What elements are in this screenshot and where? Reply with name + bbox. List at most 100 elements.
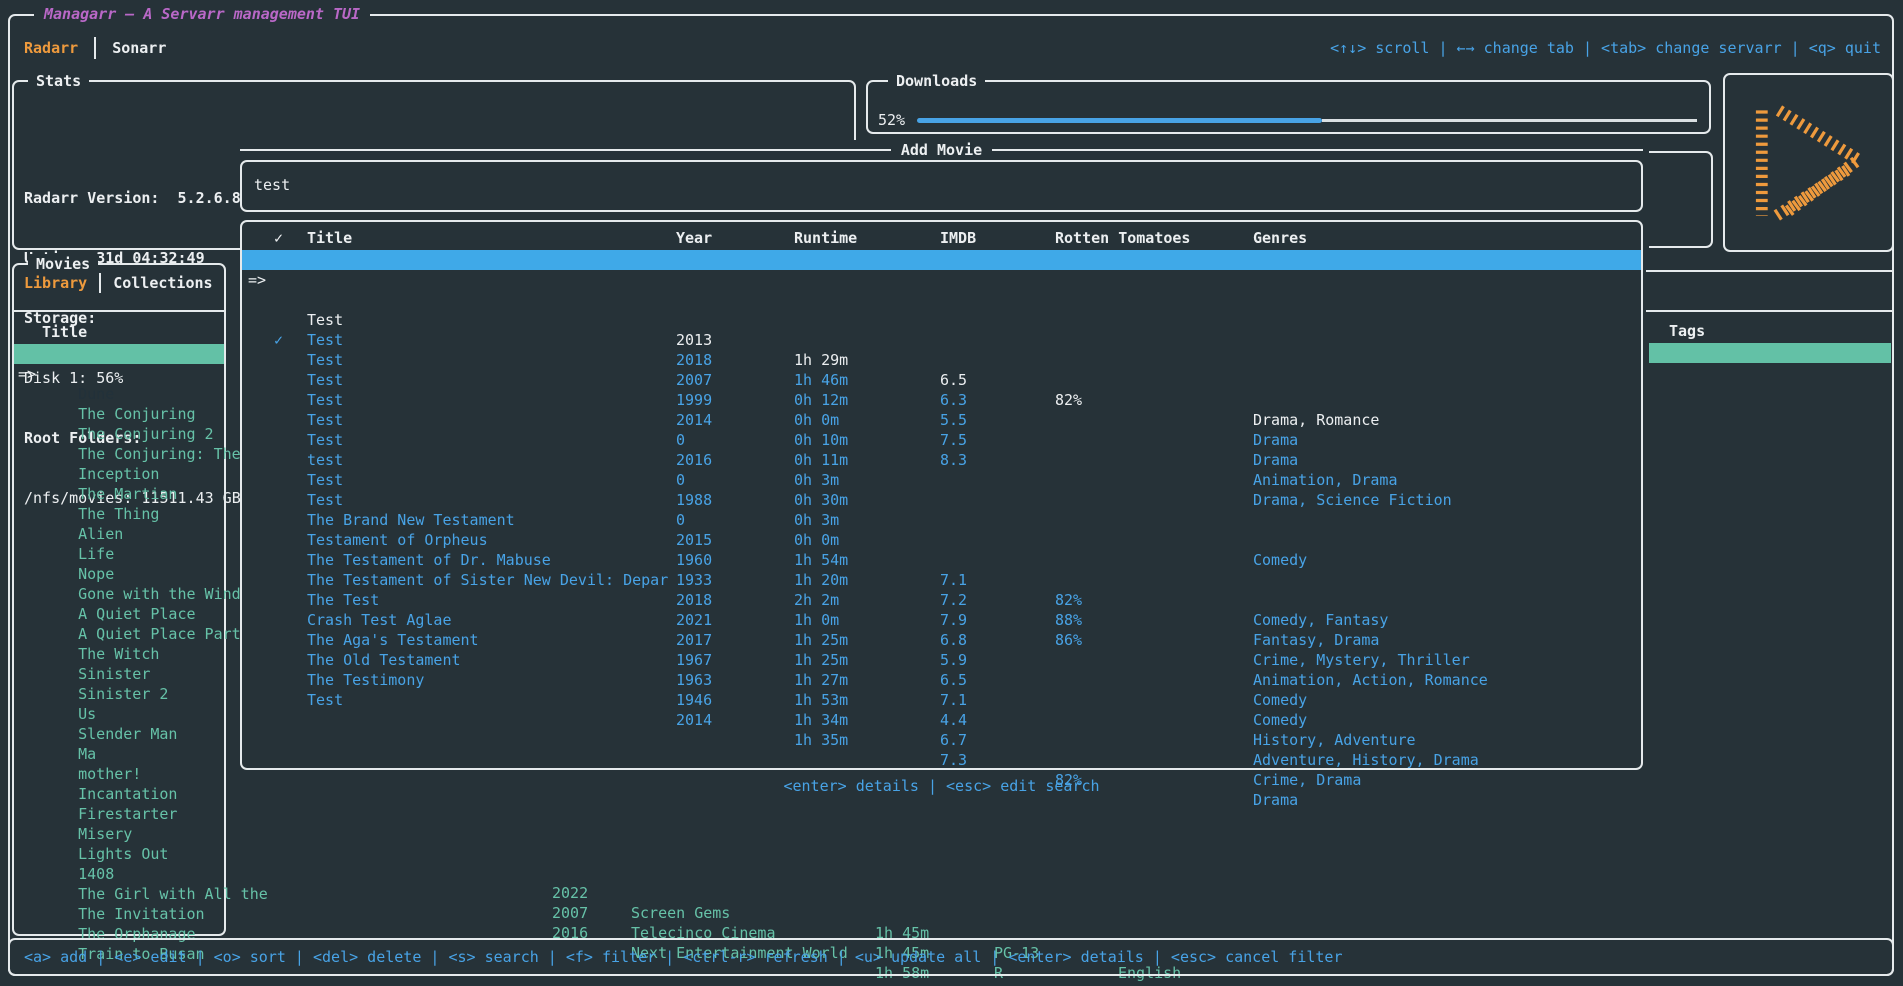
tab-library[interactable]: Library bbox=[24, 273, 87, 293]
library-table-row[interactable]: 2022 Screen Gems 1h 45m PG-13 English 1.… bbox=[0, 863, 1903, 883]
movie-list-item[interactable]: Gone with the Wind bbox=[14, 544, 224, 564]
result-title: The Old Testament bbox=[307, 650, 673, 670]
movie-list-item[interactable]: => Dune bbox=[14, 344, 224, 364]
top-keybind-hints: <↑↓> scroll | ←→ change tab | <tab> chan… bbox=[1330, 38, 1881, 58]
movie-list-item[interactable]: The Conjuring bbox=[14, 364, 224, 384]
movie-list-item[interactable]: The Conjuring 2 bbox=[14, 384, 224, 404]
search-result-row[interactable]: The Test 2021 1h 25m 5.9 Comedy bbox=[242, 530, 1641, 550]
search-result-row[interactable]: Testament of Orpheus 1960 1h 20m 7.2 88%… bbox=[242, 470, 1641, 490]
download-progress-gauge bbox=[917, 118, 1697, 123]
movie-list-item[interactable]: Firestarter bbox=[14, 764, 224, 784]
managarr-tui-screen: Managarr – A Servarr management TUI Rada… bbox=[0, 0, 1903, 986]
movie-list-item[interactable]: Sinister bbox=[14, 624, 224, 644]
app-title: Managarr – A Servarr management TUI bbox=[34, 4, 370, 24]
search-result-row[interactable]: Test 1999 0h 0m 7.5 Animation, Drama bbox=[242, 310, 1641, 330]
result-imdb-rating: 7.1 bbox=[940, 690, 967, 710]
movie-list-item[interactable]: The Girl with All the bbox=[14, 844, 224, 864]
download-progress-row: 52% bbox=[878, 110, 1697, 130]
movie-list-item[interactable]: Alien bbox=[14, 484, 224, 504]
search-result-row[interactable]: ✓ Test 2007 0h 12m 5.5 Drama bbox=[242, 290, 1641, 310]
result-genres: Adventure, History, Drama bbox=[1253, 750, 1479, 770]
downloads-panel: Downloads Earth 1998 1080p WEBRip x265 H… bbox=[866, 80, 1711, 134]
movie-list-item[interactable]: Nope bbox=[14, 524, 224, 544]
result-imdb-rating: 6.7 bbox=[940, 730, 967, 750]
managarr-logo-icon bbox=[1743, 104, 1875, 222]
search-result-row[interactable]: The Brand New Testament 2015 1h 54m 7.1 … bbox=[242, 450, 1641, 470]
movie-list-item[interactable]: Sinister 2 bbox=[14, 644, 224, 664]
search-result-row[interactable]: Test 2018 1h 46m 6.3 Drama bbox=[242, 270, 1641, 290]
result-year: 1963 bbox=[676, 670, 712, 690]
bottom-keybind-bar: <a> add | <e> edit | <o> sort | <del> de… bbox=[8, 938, 1894, 976]
search-results-table: ✓TitleYearRuntimeIMDBRotten TomatoesGenr… bbox=[240, 220, 1643, 770]
servarr-tabs: Radarr Sonarr bbox=[24, 36, 166, 60]
movies-panel: Movies Library Collections Title => Dune… bbox=[12, 263, 226, 936]
search-result-row[interactable]: The Old Testament 1963 1h 53m 4.4 Advent… bbox=[242, 590, 1641, 610]
search-result-row[interactable]: Test 0 0h 11m bbox=[242, 350, 1641, 370]
movie-list: => Dune The Conjuring The Conjuring 2 Th… bbox=[14, 344, 224, 924]
search-result-row[interactable]: => Test 2013 1h 29m 6.5 82% Drama, Roman… bbox=[242, 250, 1641, 270]
movies-panel-title: Movies bbox=[28, 254, 98, 274]
tab-radarr[interactable]: Radarr bbox=[24, 38, 78, 58]
results-column-header: Year bbox=[676, 228, 712, 248]
result-year: 2014 bbox=[676, 710, 712, 730]
movie-list-item[interactable]: The Conjuring: The De bbox=[14, 404, 224, 424]
library-table-row[interactable]: 2016 Next Entertainment World 1h 58m NR … bbox=[0, 903, 1903, 923]
library-selected-row-fragment bbox=[1649, 343, 1891, 363]
search-result-row[interactable]: The Testament of Sister New Devil: Depar… bbox=[242, 510, 1641, 530]
movie-search-input[interactable]: test bbox=[240, 160, 1643, 212]
results-column-header: Title bbox=[307, 228, 673, 248]
search-result-row[interactable]: The Testimony 1946 1h 34m 6.7 Crime, Dra… bbox=[242, 610, 1641, 630]
downloads-panel-title: Downloads bbox=[888, 71, 985, 91]
download-percent: 52% bbox=[878, 110, 905, 130]
results-column-header: Genres bbox=[1253, 228, 1307, 248]
movie-list-item[interactable]: The Thing bbox=[14, 464, 224, 484]
add-movie-popup-title-row: Add Movie bbox=[240, 140, 1643, 160]
library-table-top-border-fragment bbox=[1646, 270, 1892, 272]
search-result-row[interactable]: Test 0 0h 0m bbox=[242, 430, 1641, 450]
movie-list-item[interactable]: The Martian bbox=[14, 444, 224, 464]
results-column-header: Rotten Tomatoes bbox=[1055, 228, 1190, 248]
tab-sonarr[interactable]: Sonarr bbox=[112, 38, 166, 58]
movie-list-item[interactable]: Inception bbox=[14, 424, 224, 444]
search-result-row[interactable]: Test 2016 0h 3m bbox=[242, 370, 1641, 390]
library-table-header-divider-fragment bbox=[1646, 310, 1892, 312]
result-year: 1967 bbox=[676, 650, 712, 670]
library-table-row[interactable]: 2007 Telecinco Cinema 1h 45m R Spanish 0… bbox=[0, 883, 1903, 903]
movies-tabs-separator bbox=[14, 310, 224, 312]
movie-list-item[interactable]: Ma bbox=[14, 704, 224, 724]
result-imdb-rating: 4.4 bbox=[940, 710, 967, 730]
search-result-row[interactable]: The Aga's Testament 1967 1h 27m 7.1 Hist… bbox=[242, 570, 1641, 590]
movie-list-item[interactable]: Slender Man bbox=[14, 684, 224, 704]
movie-list-item[interactable]: The Witch bbox=[14, 604, 224, 624]
movie-list-item[interactable]: Lights Out bbox=[14, 804, 224, 824]
result-title: Test bbox=[307, 690, 673, 710]
result-imdb-rating: 6.5 bbox=[940, 670, 967, 690]
search-result-row[interactable]: The Testament of Dr. Mabuse 1933 2h 2m 7… bbox=[242, 490, 1641, 510]
popup-keybind-hints: <enter> details | <esc> edit search bbox=[240, 776, 1643, 796]
movie-list-item[interactable]: Life bbox=[14, 504, 224, 524]
movie-list-item[interactable]: mother! bbox=[14, 724, 224, 744]
result-imdb-rating: 5.9 bbox=[940, 650, 967, 670]
movie-list-item[interactable]: A Quiet Place Part II bbox=[14, 584, 224, 604]
search-results-rows: => Test 2013 1h 29m 6.5 82% Drama, Roman… bbox=[242, 250, 1641, 650]
result-runtime: 1h 35m bbox=[794, 730, 848, 750]
result-title: The Testimony bbox=[307, 670, 673, 690]
tab-collections[interactable]: Collections bbox=[113, 273, 212, 293]
add-movie-popup-title: Add Movie bbox=[891, 141, 992, 159]
search-result-row[interactable]: Test 2014 0h 10m 8.3 Drama, Science Fict… bbox=[242, 330, 1641, 350]
logo-panel bbox=[1723, 73, 1894, 252]
movies-tabs: Library Collections bbox=[24, 273, 213, 293]
result-genres: Crime, Mystery, Thriller bbox=[1253, 650, 1470, 670]
movie-list-item[interactable]: 1408 bbox=[14, 824, 224, 844]
results-column-header: ✓ bbox=[274, 228, 283, 248]
movie-list-item[interactable]: Misery bbox=[14, 784, 224, 804]
search-result-row[interactable]: Crash Test Aglae 2017 1h 25m 6.5 Comedy bbox=[242, 550, 1641, 570]
search-result-row[interactable]: test 0 0h 30m Comedy bbox=[242, 390, 1641, 410]
movie-list-item[interactable]: Incantation bbox=[14, 744, 224, 764]
result-genres: Comedy bbox=[1253, 710, 1307, 730]
movie-list-item[interactable]: Us bbox=[14, 664, 224, 684]
result-imdb-rating: 7.3 bbox=[940, 750, 967, 770]
search-result-row[interactable]: Test 2014 1h 35m 7.3 82% Drama bbox=[242, 630, 1641, 650]
search-result-row[interactable]: Test 1988 0h 3m bbox=[242, 410, 1641, 430]
movie-list-item[interactable]: A Quiet Place bbox=[14, 564, 224, 584]
